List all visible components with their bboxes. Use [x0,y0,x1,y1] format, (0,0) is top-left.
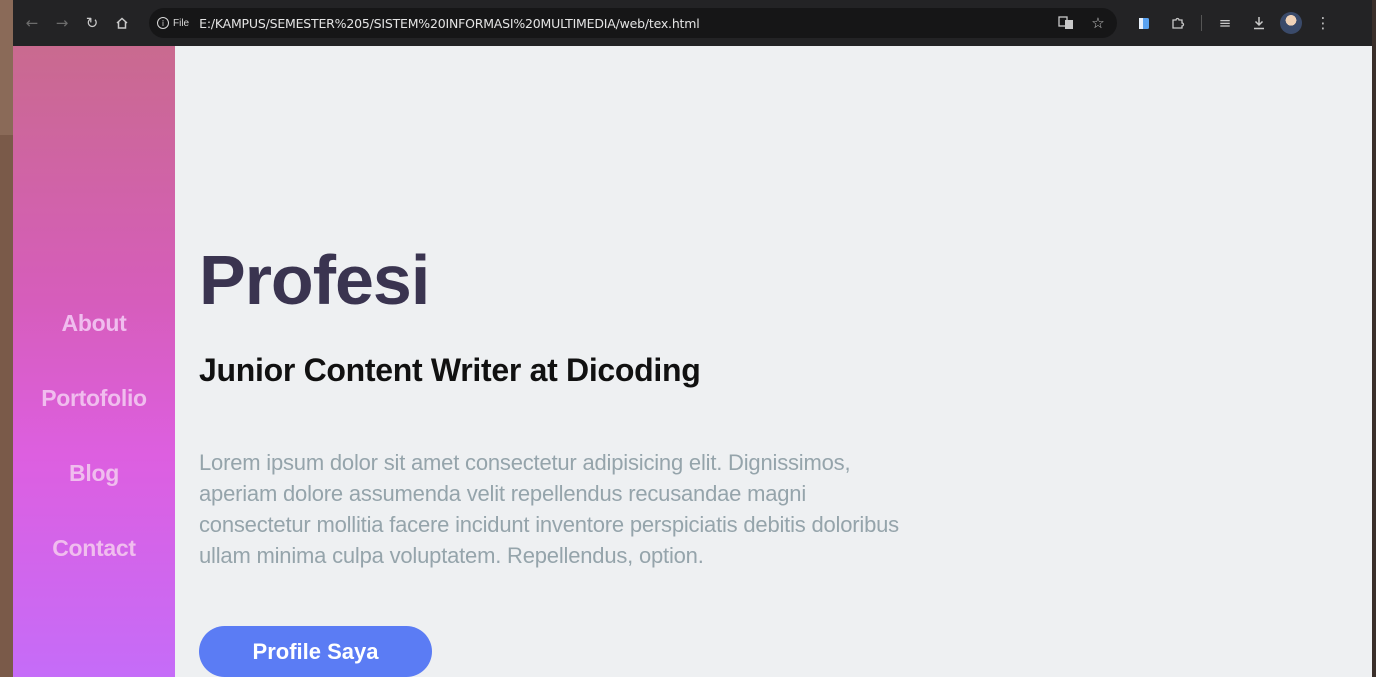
screen-edge [1372,0,1376,677]
forward-arrow-icon[interactable]: → [49,10,75,36]
site-info-label: File [173,17,190,29]
profile-avatar[interactable] [1280,12,1302,34]
page-title: Profesi [199,241,430,319]
sidebar-nav: About Portofolio Blog Contact [13,46,175,677]
browser-window: ← → ↻ i File E:/KAMPUS/SEMESTER%205/SIST… [13,0,1372,677]
toolbar-divider [1201,15,1202,31]
nav-item-contact[interactable]: Contact [13,535,175,562]
profile-button[interactable]: Profile Saya [199,626,432,677]
star-icon[interactable]: ☆ [1085,10,1111,36]
browser-toolbar: ← → ↻ i File E:/KAMPUS/SEMESTER%205/SIST… [13,0,1372,46]
address-bar[interactable]: i File E:/KAMPUS/SEMESTER%205/SISTEM%20I… [149,8,1117,38]
description-paragraph: Lorem ipsum dolor sit amet consectetur a… [199,450,899,568]
back-arrow-icon[interactable]: ← [19,10,45,36]
address-bar-actions: ☆ [1053,10,1111,36]
nav-item-blog[interactable]: Blog [13,460,175,487]
url-text[interactable]: E:/KAMPUS/SEMESTER%205/SISTEM%20INFORMAS… [199,16,700,31]
download-icon[interactable] [1246,10,1272,36]
reload-icon[interactable]: ↻ [79,10,105,36]
nav-item-about[interactable]: About [13,310,175,337]
kebab-menu-icon[interactable]: ⋮ [1310,10,1336,36]
web-page: About Portofolio Blog Contact Profesi Ju… [13,46,1372,677]
puzzle-icon[interactable] [1165,10,1191,36]
info-icon: i [157,17,169,29]
nav-item-portofolio[interactable]: Portofolio [13,385,175,412]
toolbar-right: ≡ ⋮ [1131,10,1336,36]
navigation-controls: ← → ↻ [19,10,135,36]
reading-list-icon[interactable]: ≡ [1212,10,1238,36]
home-icon[interactable] [109,10,135,36]
site-info-chip[interactable]: i File [157,17,189,29]
translate-icon[interactable] [1053,10,1079,36]
extension-app-icon[interactable] [1131,10,1157,36]
job-subtitle: Junior Content Writer at Dicoding [199,352,701,388]
